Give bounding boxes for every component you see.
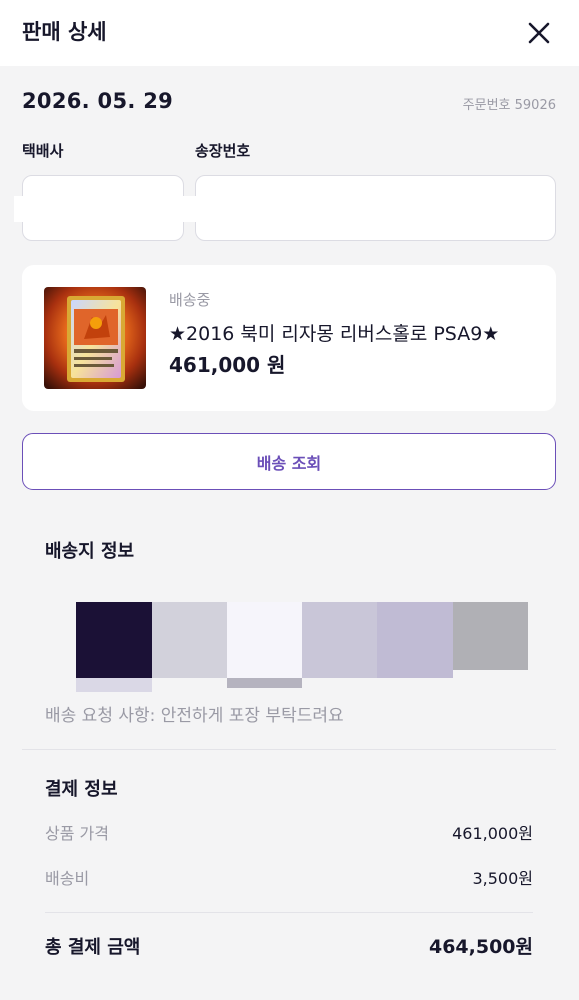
total-payment-label: 총 결제 금액: [45, 937, 141, 958]
product-price-label: 상품 가격: [45, 824, 109, 843]
address-section-title: 배송지 정보: [45, 541, 135, 562]
tracking-number-label: 송장번호: [195, 142, 251, 160]
order-number: 주문번호 59026: [462, 98, 556, 113]
shipping-status: 배송중: [169, 291, 211, 309]
product-name: ★2016 북미 리자몽 리버스홀로 PSA9★: [169, 323, 500, 345]
product-thumbnail: [44, 287, 146, 389]
payment-divider: [45, 912, 533, 913]
close-button[interactable]: [524, 18, 554, 48]
tracking-number-field[interactable]: [195, 175, 556, 241]
close-icon: [528, 22, 550, 44]
order-date: 2026. 05. 29: [22, 89, 174, 113]
product-card[interactable]: 배송중 ★2016 북미 리자몽 리버스홀로 PSA9★ 461,000 원: [22, 265, 556, 411]
delivery-request: 배송 요청 사항: 안전하게 포장 부탁드려요: [45, 706, 344, 726]
shipping-fee-label: 배송비: [45, 869, 90, 888]
payment-section-title: 결제 정보: [45, 779, 118, 800]
product-price: 461,000 원: [169, 353, 286, 377]
top-header: 판매 상세: [0, 0, 579, 66]
product-price-value: 461,000원: [452, 824, 533, 843]
shipping-fee-value: 3,500원: [472, 869, 533, 888]
track-shipment-button[interactable]: 배송 조회: [22, 433, 556, 490]
redaction-overlay: [14, 196, 226, 222]
page-title: 판매 상세: [22, 20, 107, 44]
redacted-address: [76, 600, 528, 692]
section-divider: [22, 749, 556, 750]
courier-label: 택배사: [22, 142, 64, 160]
total-payment-value: 464,500원: [428, 936, 533, 958]
